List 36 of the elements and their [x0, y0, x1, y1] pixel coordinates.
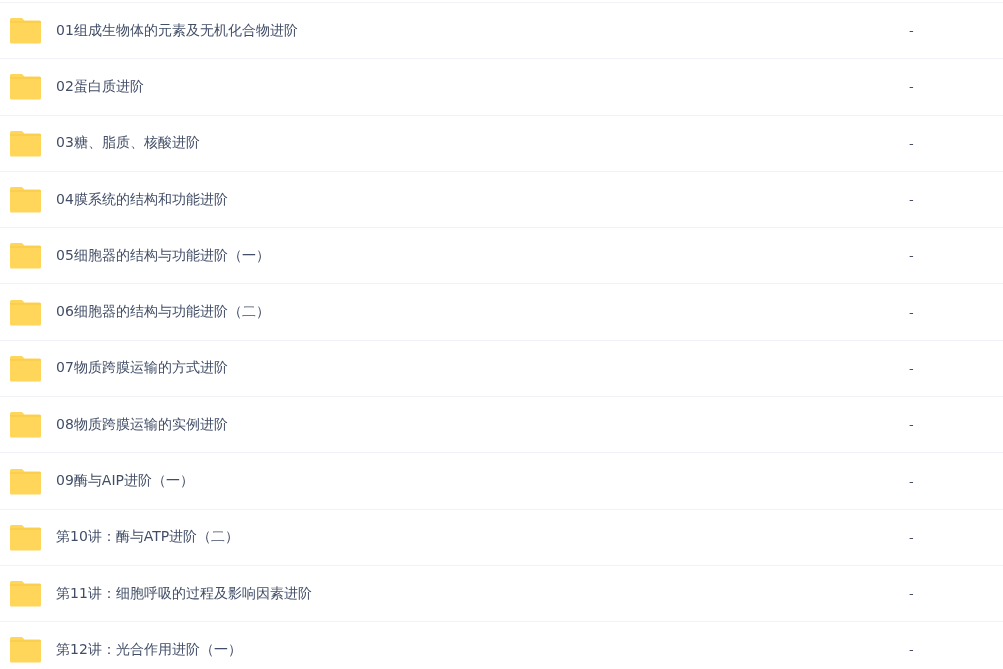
folder-icon: [9, 73, 42, 101]
folder-name[interactable]: 第11讲：细胞呼吸的过程及影响因素进阶: [56, 584, 909, 603]
folder-name[interactable]: 01组成生物体的元素及无机化合物进阶: [56, 21, 909, 40]
folder-icon: [9, 242, 42, 270]
folder-name[interactable]: 第10讲：酶与ATP进阶（二）: [56, 528, 909, 547]
file-size: -: [909, 586, 915, 602]
file-size: -: [909, 642, 915, 658]
folder-icon: [9, 580, 42, 608]
folder-icon: [9, 354, 42, 382]
folder-icon: [9, 17, 42, 45]
folder-name[interactable]: 09酶与AIP进阶（一）: [56, 472, 909, 490]
folder-icon: [9, 636, 42, 664]
file-size: -: [909, 192, 915, 208]
folder-name[interactable]: 06细胞器的结构与功能进阶（二）: [56, 303, 909, 322]
file-size: -: [909, 417, 915, 433]
folder-name[interactable]: 05细胞器的结构与功能进阶（一）: [56, 246, 909, 265]
folder-name[interactable]: 03糖、脂质、核酸进阶: [56, 134, 909, 153]
folder-icon: [9, 467, 42, 495]
file-size: -: [909, 23, 915, 39]
file-size: -: [909, 529, 915, 545]
file-size: -: [909, 304, 915, 320]
folder-name[interactable]: 07物质跨膜运输的方式进阶: [56, 359, 909, 378]
folder-name[interactable]: 02蛋白质进阶: [56, 77, 909, 96]
folder-name[interactable]: 08物质跨膜运输的实例进阶: [56, 415, 909, 434]
folder-name[interactable]: 第12讲：光合作用进阶（一）: [56, 640, 909, 659]
folder-icon: [9, 523, 42, 551]
folder-icon: [9, 129, 42, 157]
file-size: -: [909, 135, 915, 151]
file-size: -: [909, 79, 915, 95]
file-size: -: [909, 248, 915, 264]
folder-icon: [9, 298, 42, 326]
folder-icon: [9, 411, 42, 439]
file-size: -: [909, 360, 915, 376]
folder-name[interactable]: 04膜系统的结构和功能进阶: [56, 190, 909, 209]
folder-icon: [9, 186, 42, 214]
file-size: -: [909, 473, 915, 489]
